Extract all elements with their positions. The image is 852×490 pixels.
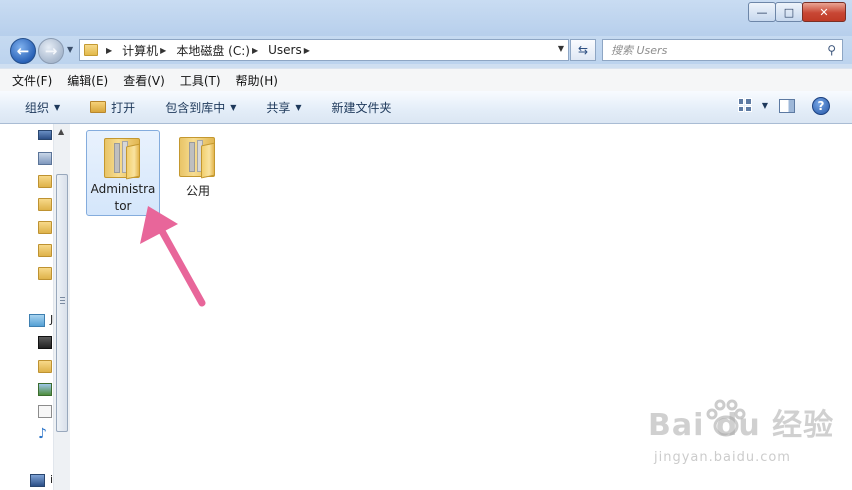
baidu-watermark: Bai du 经验 jingyan.baidu.com — [648, 399, 834, 465]
watermark-site: jingyan.baidu.com — [654, 450, 791, 465]
baidu-paw-logo — [706, 399, 746, 437]
